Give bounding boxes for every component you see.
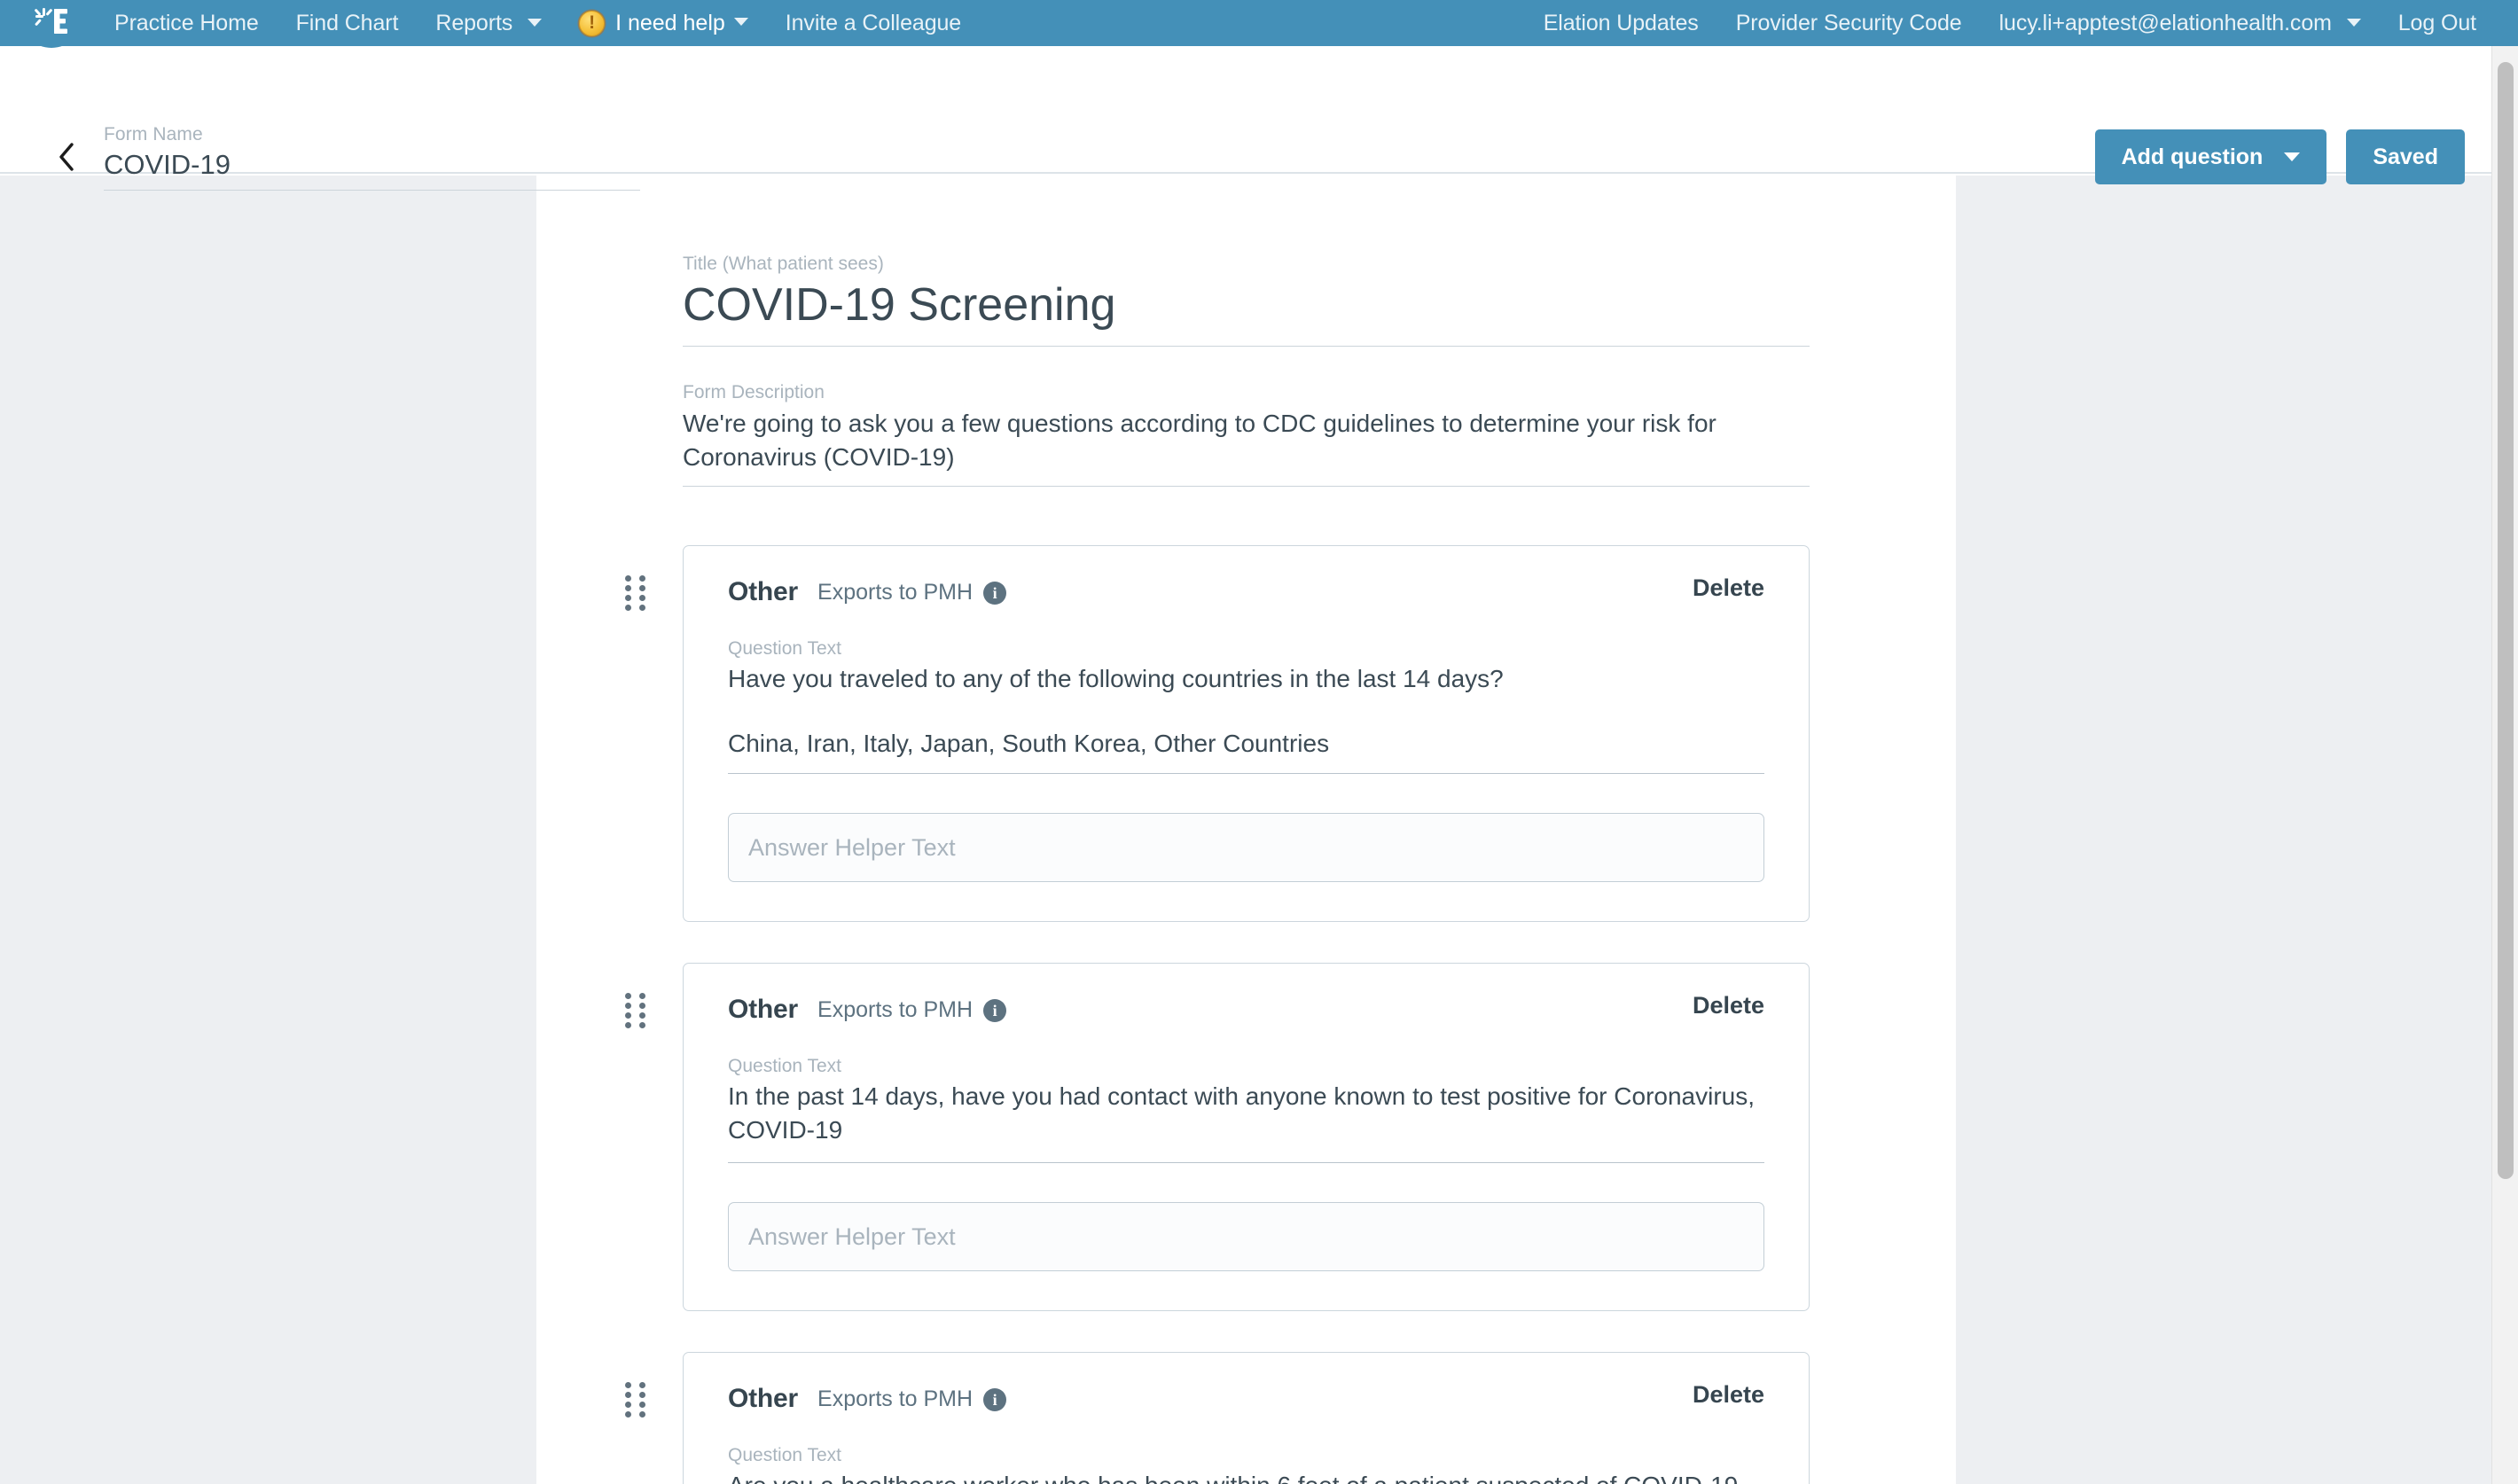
drag-handle-icon[interactable]: [625, 575, 648, 614]
question-type-label[interactable]: Other: [728, 995, 798, 1025]
form-name-group: Form Name: [104, 124, 640, 191]
nav-item-label: Practice Home: [114, 11, 259, 35]
main-canvas: Title (What patient sees) Form Descripti…: [0, 176, 2518, 1484]
question-text-label: Question Text: [728, 638, 1764, 660]
form-name-input[interactable]: [104, 145, 640, 191]
form-title-label: Title (What patient sees): [683, 254, 1810, 275]
nav-item-reports[interactable]: Reports: [417, 0, 560, 46]
form-title-group: Title (What patient sees): [683, 254, 1810, 347]
question-card-header: Other Exports to PMH i Delete: [728, 990, 1764, 1029]
question-card-header: Other Exports to PMH i Delete: [728, 1379, 1764, 1418]
exports-to-pmh-label: Exports to PMH: [817, 1386, 973, 1412]
form-editor-panel: Title (What patient sees) Form Descripti…: [536, 176, 1956, 1484]
nav-right-group: Elation Updates Provider Security Code l…: [1525, 0, 2495, 46]
warning-glyph: !: [589, 13, 595, 32]
form-description-textarea[interactable]: [683, 403, 1810, 487]
chevron-down-icon: [734, 18, 748, 26]
back-button[interactable]: [51, 142, 82, 172]
nav-item-label: Provider Security Code: [1736, 11, 1962, 35]
scrollbar-thumb[interactable]: [2498, 62, 2514, 1179]
drag-handle-icon[interactable]: [625, 1382, 648, 1421]
chevron-down-icon: [528, 19, 542, 27]
saved-button[interactable]: Saved: [2346, 129, 2465, 184]
question-text-input[interactable]: [728, 1077, 1764, 1150]
nav-item-label: I need help: [615, 11, 725, 36]
drag-handle-icon[interactable]: [625, 993, 648, 1032]
nav-item-provider-security-code[interactable]: Provider Security Code: [1717, 0, 1981, 46]
header-actions: Add question Saved: [2095, 129, 2465, 184]
exports-to-pmh-label: Exports to PMH: [817, 997, 973, 1023]
form-name-label: Form Name: [104, 124, 640, 145]
nav-item-elation-updates[interactable]: Elation Updates: [1525, 0, 1717, 46]
delete-question-button[interactable]: Delete: [1693, 992, 1764, 1019]
question-card-body: Question Text China, Iran, Italy, Japan,…: [728, 638, 1764, 882]
form-description-label: Form Description: [683, 382, 1810, 403]
user-email-label: lucy.li+apptest@elationhealth.com: [1999, 11, 2332, 35]
question-card-header: Other Exports to PMH i Delete: [728, 573, 1764, 612]
top-navigation-bar: Practice Home Find Chart Reports ! I nee…: [0, 0, 2518, 46]
exports-to-pmh-label: Exports to PMH: [817, 580, 973, 605]
nav-item-i-need-help[interactable]: ! I need help: [560, 11, 767, 36]
answer-helper-text-input[interactable]: [728, 1202, 1764, 1271]
nav-item-label: Reports: [435, 11, 512, 35]
vertical-scrollbar[interactable]: [2491, 46, 2518, 1484]
question-type-label[interactable]: Other: [728, 577, 798, 607]
add-question-button[interactable]: Add question: [2095, 129, 2327, 184]
form-title-input[interactable]: [683, 275, 1810, 347]
info-icon[interactable]: i: [983, 582, 1006, 605]
questions-list: Other Exports to PMH i Delete Question T…: [683, 545, 1810, 1484]
question-row: Other Exports to PMH i Delete Question T…: [683, 1352, 1810, 1484]
nav-left-group: Practice Home Find Chart Reports ! I nee…: [0, 0, 980, 46]
question-card-body: Question Text: [728, 1056, 1764, 1271]
nav-item-label: Log Out: [2398, 11, 2476, 35]
question-type-label[interactable]: Other: [728, 1384, 798, 1414]
chevron-down-icon: [2347, 19, 2361, 27]
chevron-down-icon: [2284, 152, 2300, 161]
question-card: Other Exports to PMH i Delete Question T…: [683, 545, 1810, 922]
info-icon[interactable]: i: [983, 1388, 1006, 1411]
nav-item-label: Find Chart: [296, 11, 399, 35]
question-underline: [728, 1162, 1764, 1163]
info-icon[interactable]: i: [983, 999, 1006, 1022]
question-options-input[interactable]: China, Iran, Italy, Japan, South Korea, …: [728, 727, 1764, 761]
question-card: Other Exports to PMH i Delete Question T…: [683, 963, 1810, 1311]
add-question-label: Add question: [2122, 144, 2264, 170]
question-card: Other Exports to PMH i Delete Question T…: [683, 1352, 1810, 1484]
question-row: Other Exports to PMH i Delete Question T…: [683, 963, 1810, 1311]
question-text-input[interactable]: [728, 1466, 1764, 1484]
question-card-body: Question Text: [728, 1445, 1764, 1484]
nav-item-log-out[interactable]: Log Out: [2380, 0, 2495, 46]
saved-label: Saved: [2373, 144, 2438, 170]
nav-item-user-account-menu[interactable]: lucy.li+apptest@elationhealth.com: [1981, 0, 2380, 46]
answer-helper-text-input[interactable]: [728, 813, 1764, 882]
question-underline: [728, 773, 1764, 774]
nav-item-invite-a-colleague[interactable]: Invite a Colleague: [767, 0, 980, 46]
delete-question-button[interactable]: Delete: [1693, 1381, 1764, 1409]
nav-item-label: Invite a Colleague: [786, 11, 961, 35]
question-text-label: Question Text: [728, 1056, 1764, 1077]
delete-question-button[interactable]: Delete: [1693, 574, 1764, 602]
nav-item-label: Elation Updates: [1544, 11, 1699, 35]
form-description-group: Form Description: [683, 382, 1810, 487]
warning-icon: !: [579, 11, 605, 36]
nav-item-practice-home[interactable]: Practice Home: [96, 0, 278, 46]
nav-item-find-chart[interactable]: Find Chart: [278, 0, 418, 46]
page-header: Form Name Add question Saved: [0, 46, 2518, 174]
question-text-label: Question Text: [728, 1445, 1764, 1466]
question-row: Other Exports to PMH i Delete Question T…: [683, 545, 1810, 922]
question-text-input[interactable]: [728, 660, 1764, 697]
